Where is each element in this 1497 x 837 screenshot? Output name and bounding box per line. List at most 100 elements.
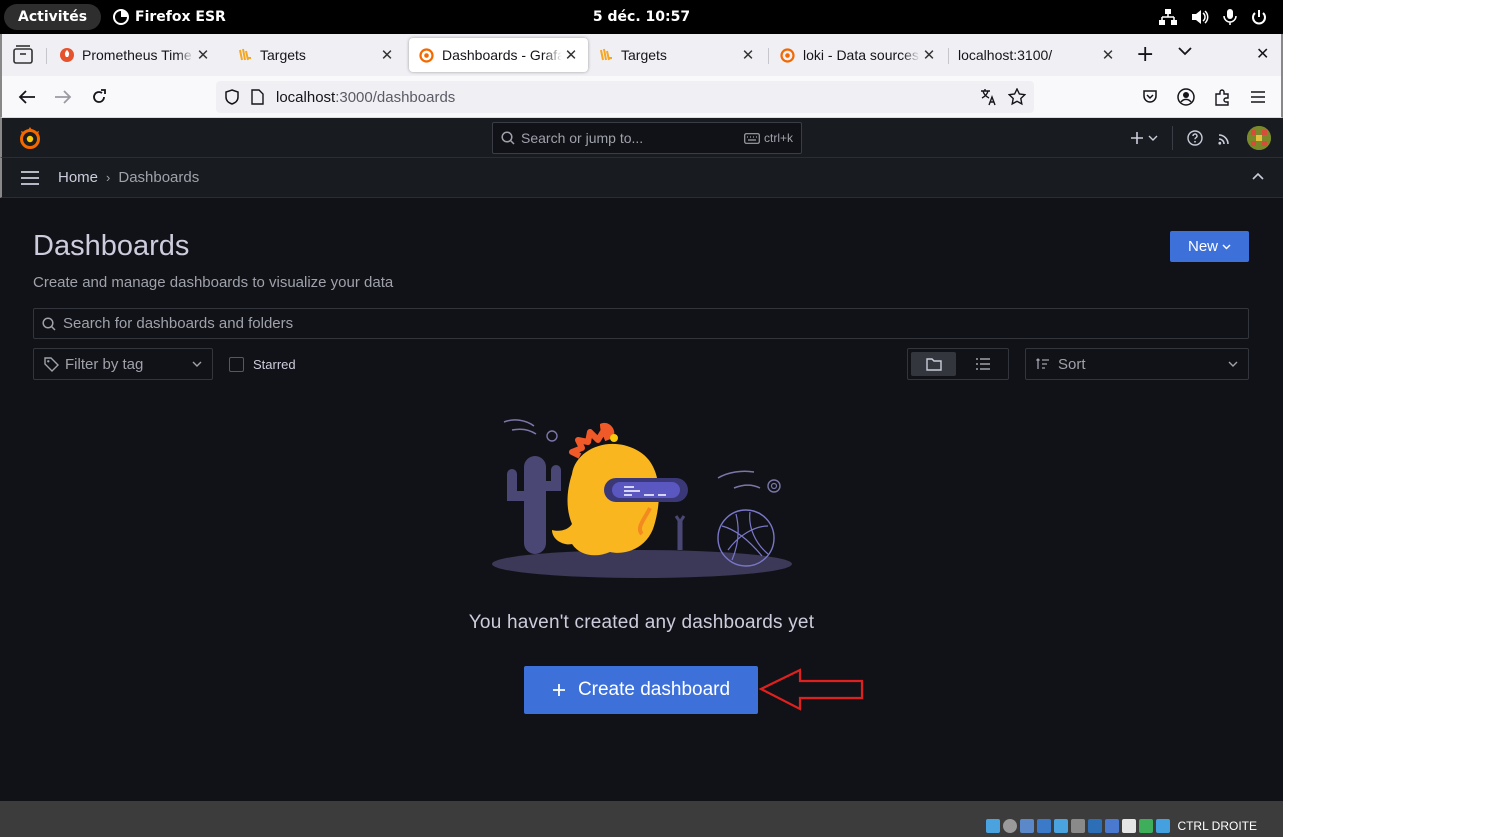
close-tab-icon[interactable]: ✕ [920,46,938,64]
microphone-icon [1223,9,1237,25]
shield-icon [225,89,239,105]
close-tab-icon[interactable]: ✕ [378,46,396,64]
add-new-button[interactable] [1130,131,1158,145]
system-tray[interactable] [1159,0,1267,34]
screen: Activités Firefox ESR 5 déc. 10:57 Prome… [0,0,1283,837]
usb-icon[interactable] [1020,819,1035,833]
checkbox-box[interactable] [229,357,244,372]
tab-loki-data-sources[interactable]: loki - Data sources ✕ [770,38,946,72]
starred-checkbox[interactable]: Starred [229,357,296,372]
search-icon [501,131,515,145]
bookmark-star-icon[interactable] [1008,88,1026,106]
sort-icon [1036,358,1049,369]
close-tab-icon[interactable]: ✕ [739,46,757,64]
create-dashboard-button[interactable]: Create dashboard [524,666,758,714]
vm-status-icons: CTRL DROITE [986,819,1257,833]
chevron-up-icon[interactable] [1251,170,1265,184]
blank-margin [1283,0,1497,837]
tab-targets-1[interactable]: Targets ✕ [228,38,404,72]
loki-icon [600,48,612,61]
dashboards-page: Dashboards Create and manage dashboards … [2,198,1281,801]
account-button[interactable] [1175,86,1197,108]
firefox-icon [113,9,129,25]
vm-status-bar: CTRL DROITE [0,801,1283,837]
list-view-option[interactable] [960,352,1005,376]
help-icon[interactable] [1187,130,1203,146]
tag-filter-select[interactable]: Filter by tag [33,348,213,380]
news-rss-icon[interactable] [1217,130,1233,146]
chevron-down-icon [192,361,202,367]
list-icon [975,358,990,370]
app-menu[interactable]: Firefox ESR [113,0,226,34]
chevron-down-icon [1228,361,1238,367]
tab-targets-2[interactable]: Targets ✕ [589,38,765,72]
guest-additions-icon[interactable] [1139,819,1154,833]
app-name: Firefox ESR [135,9,226,25]
volume-icon [1192,10,1209,24]
optical-drive-icon[interactable] [986,819,1001,833]
app-menu-button[interactable] [1247,86,1269,108]
forward-button[interactable] [52,86,74,108]
activities-button[interactable]: Activités [4,4,102,30]
grafana-logo-icon[interactable] [18,126,42,150]
host-key-label: CTRL DROITE [1177,819,1257,833]
reload-button[interactable] [88,86,110,108]
url-path: :3000/dashboards [335,88,456,106]
back-button[interactable] [16,86,38,108]
disk-icon[interactable] [1003,819,1018,833]
translate-icon[interactable] [980,88,998,106]
url-bar[interactable]: localhost:3000/dashboards [216,81,1034,113]
tab-localhost-3100[interactable]: localhost:3100/ ✕ [948,38,1125,72]
keyboard-icon [744,132,760,144]
new-tab-button[interactable]: + [1136,44,1154,66]
create-dashboard-label: Create dashboard [577,679,731,700]
folder-icon [925,358,942,371]
tag-filter-placeholder: Filter by tag [65,355,144,373]
breadcrumb-home[interactable]: Home [58,169,98,186]
close-tab-icon[interactable]: ✕ [194,46,212,64]
display-icon[interactable] [1088,819,1103,833]
pencil-icon[interactable] [1054,819,1069,833]
plus-icon [552,684,565,696]
tab-dashboards-grafana[interactable]: Dashboards - Grafana ✕ [409,38,588,72]
chevron-down-icon [1222,244,1231,250]
sort-select[interactable]: Sort [1025,348,1249,380]
page-title: Dashboards [33,230,190,262]
breadcrumb-bar: Home › Dashboards [0,158,1283,198]
plus-icon [1131,132,1143,144]
new-button[interactable]: New [1170,231,1249,262]
breadcrumb: Home › Dashboards [58,169,199,186]
account-icon [1177,88,1195,106]
page-subtitle: Create and manage dashboards to visualiz… [33,274,394,291]
folder-view-option[interactable] [911,352,956,376]
tab-prometheus[interactable]: Prometheus Time Series ✕ [50,38,220,72]
mega-menu-toggle-icon[interactable] [20,170,40,186]
prometheus-icon [60,48,74,62]
chevron-down-icon [1148,135,1158,141]
extensions-button[interactable] [1211,86,1233,108]
user-avatar[interactable] [1247,126,1271,150]
list-all-tabs-icon[interactable] [1178,46,1192,56]
shared-folder-icon[interactable] [1037,819,1052,833]
pocket-button[interactable] [1139,86,1161,108]
close-tab-icon[interactable]: ✕ [562,46,580,64]
network-icon [1159,9,1177,25]
global-search-input[interactable]: Search or jump to... ctrl+k [492,122,802,154]
grafana-icon [780,47,795,63]
clock[interactable]: 5 déc. 10:57 [593,9,690,25]
loki-icon [239,48,251,61]
firefox-view-icon[interactable] [12,45,34,65]
virtualization-icon[interactable] [1122,819,1137,833]
arrow-right-icon [55,90,72,104]
dashboard-search-input[interactable]: Search for dashboards and folders [33,308,1249,339]
view-mode-toggle[interactable] [907,348,1009,380]
network-adapter-icon[interactable] [1071,819,1086,833]
recording-icon[interactable] [1105,819,1120,833]
puzzle-icon [1215,89,1229,106]
close-window-button[interactable]: ✕ [1256,44,1269,63]
grafana-top-nav: Search or jump to... ctrl+k [0,118,1283,158]
close-tab-icon[interactable]: ✕ [1099,46,1117,64]
power-icon [1252,10,1266,25]
mouse-integration-icon[interactable] [1156,819,1171,833]
arrow-left-icon [18,90,35,104]
